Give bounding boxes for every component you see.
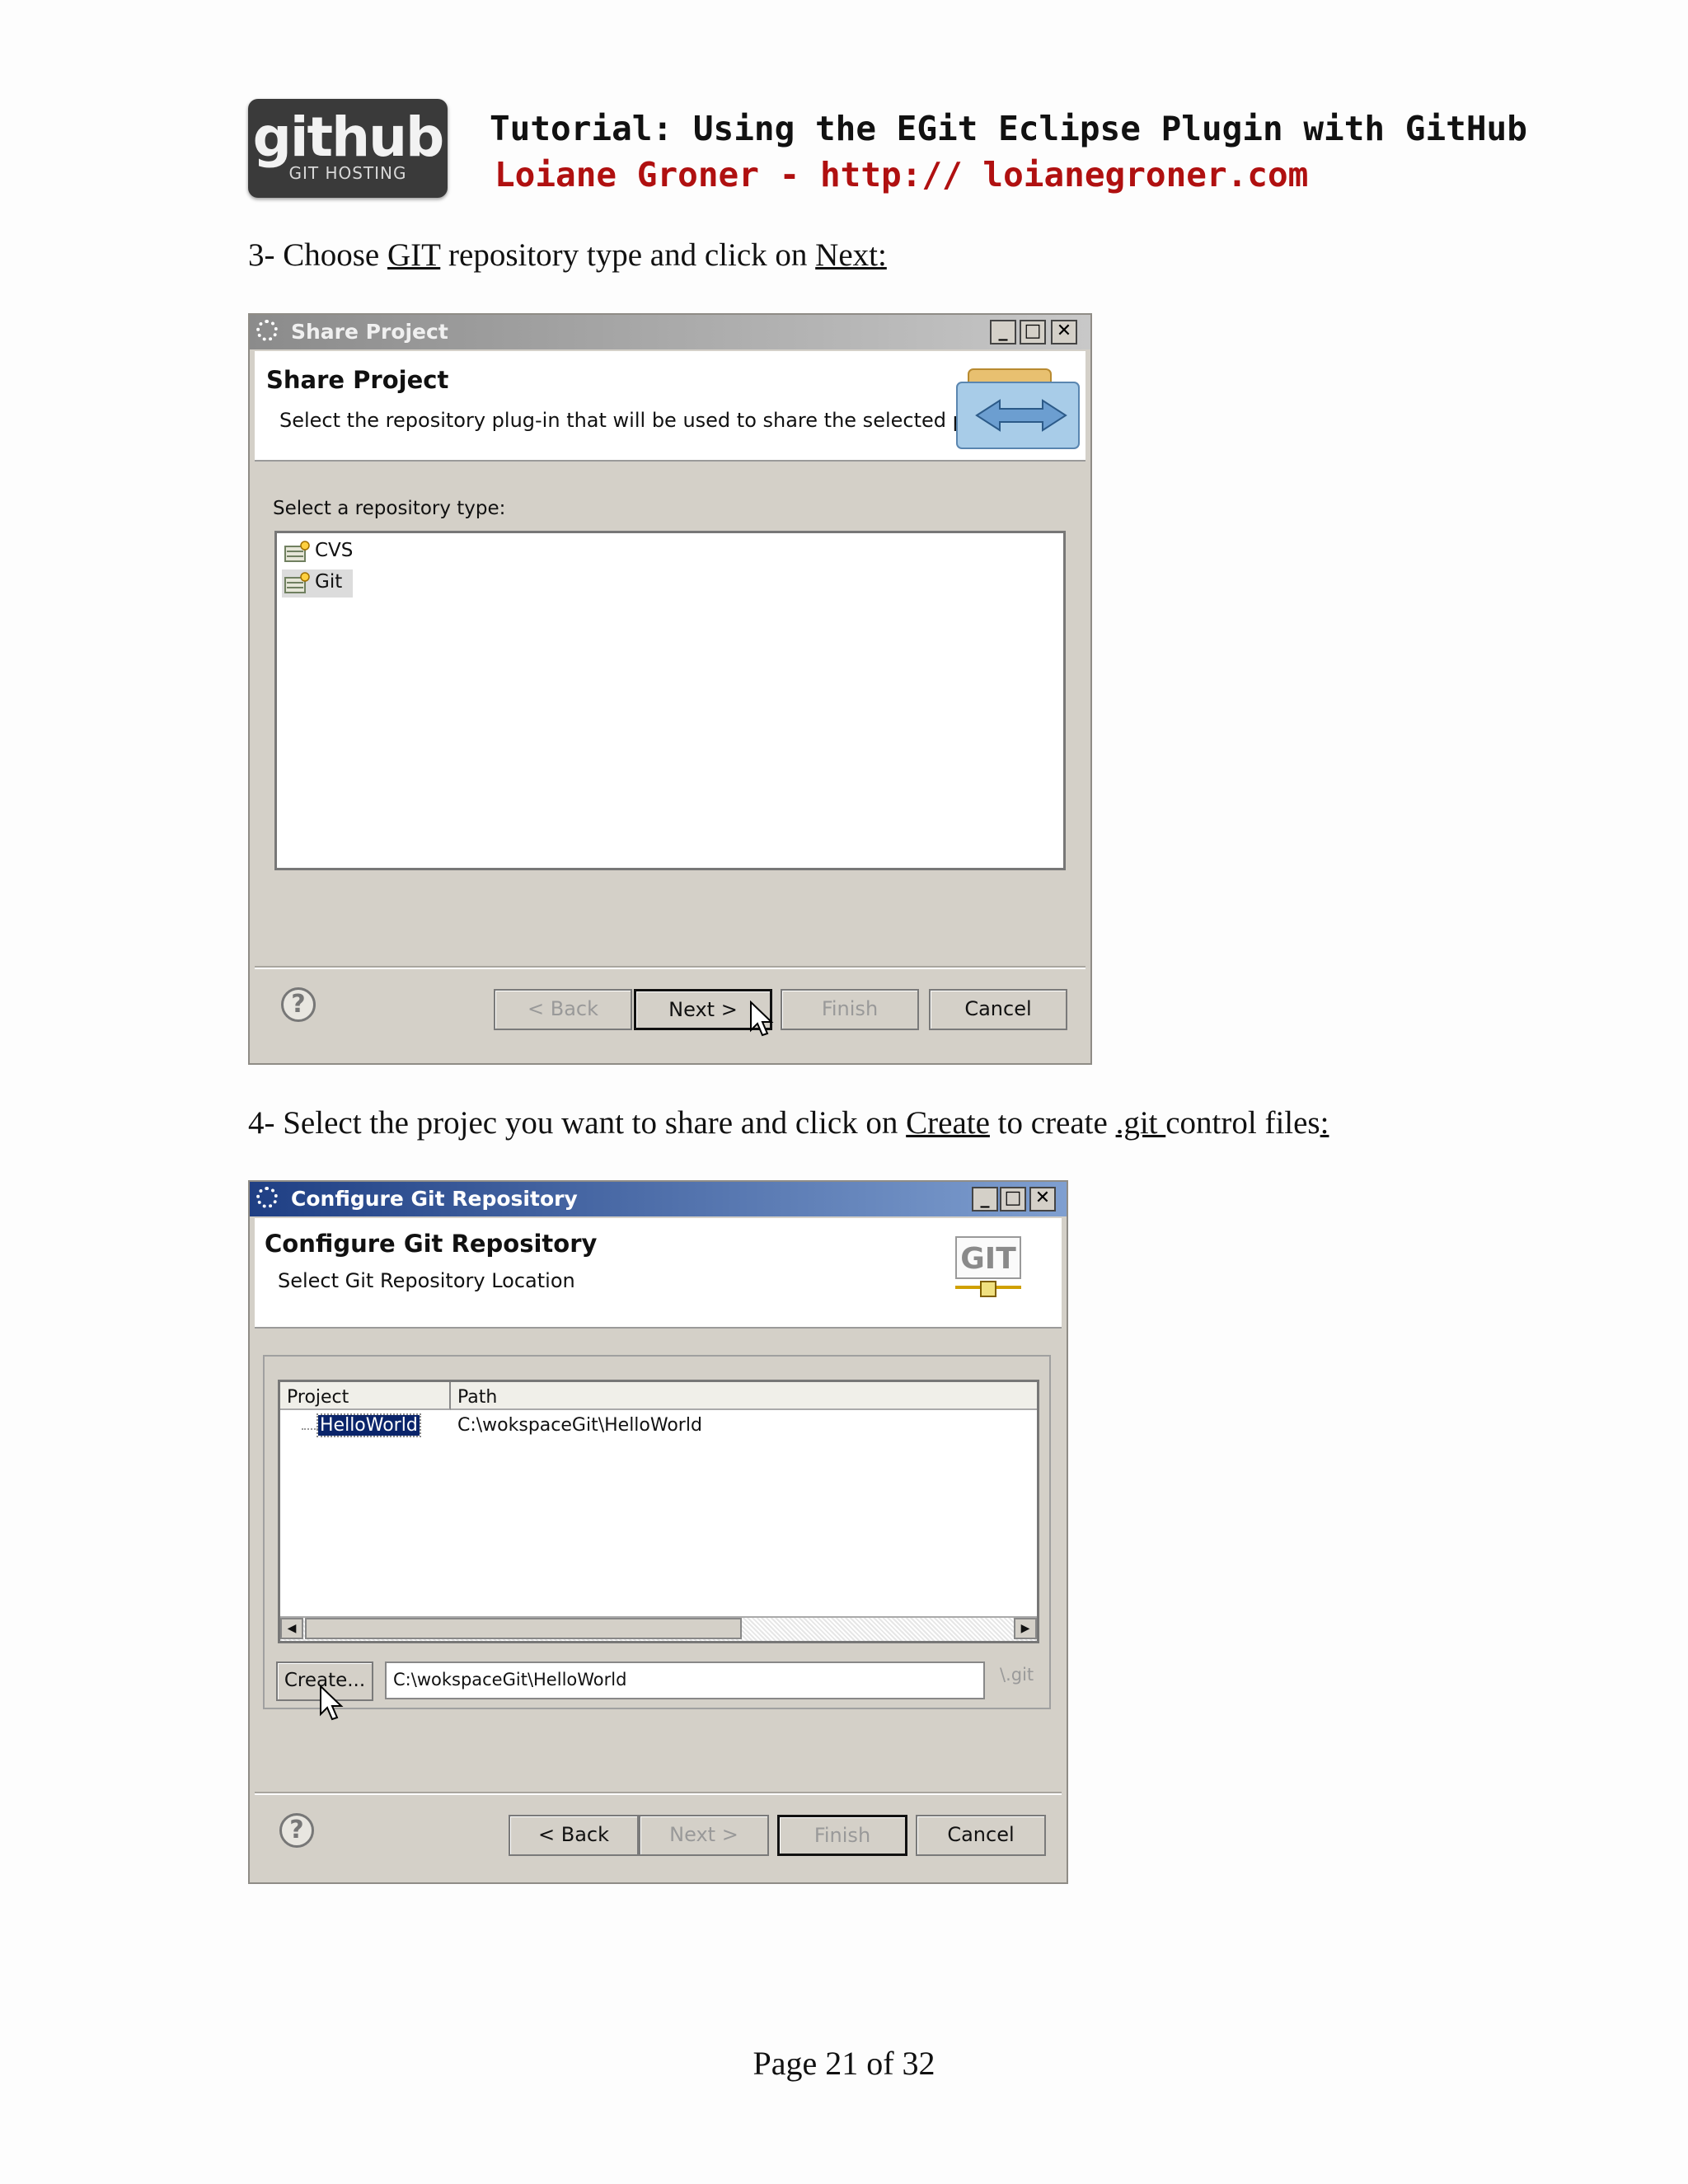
- repository-location-field[interactable]: C:\wokspaceGit\HelloWorld: [385, 1661, 985, 1699]
- minimize-button[interactable]: _: [972, 1187, 998, 1212]
- maximize-button[interactable]: □: [1000, 1187, 1026, 1212]
- repository-type-label: Select a repository type:: [273, 498, 506, 519]
- column-header-project[interactable]: Project: [280, 1382, 451, 1410]
- list-item-label: Git: [315, 571, 343, 593]
- share-window-title: Share Project: [291, 320, 448, 344]
- repository-group: Project Path HelloWorld C:\wokspaceGit\H…: [263, 1355, 1051, 1709]
- back-button[interactable]: < Back: [509, 1815, 639, 1856]
- maximize-button[interactable]: □: [1020, 320, 1046, 344]
- step-4-text: 4- Select the projec you want to share a…: [248, 1104, 1329, 1141]
- help-icon[interactable]: ?: [279, 1813, 314, 1848]
- finish-button[interactable]: Finish: [781, 989, 919, 1030]
- button-bar-divider: [255, 1792, 1062, 1795]
- step-4-colon: :: [1320, 1105, 1329, 1141]
- back-button[interactable]: < Back: [494, 989, 632, 1030]
- minimize-button[interactable]: _: [990, 320, 1016, 344]
- eclipse-icon: [256, 320, 278, 341]
- scrollbar-thumb[interactable]: [305, 1618, 742, 1639]
- logo-sub-text: GIT HOSTING: [288, 163, 407, 183]
- document-title: Tutorial: Using the EGit Eclipse Plugin …: [490, 109, 1527, 148]
- step-4-pre: 4- Select the projec you want to share a…: [248, 1105, 907, 1141]
- step-3-next: Next:: [815, 237, 887, 273]
- repository-type-list[interactable]: CVS Git: [274, 531, 1066, 870]
- step-4-git: .git: [1115, 1105, 1166, 1141]
- table-cell-path: C:\wokspaceGit\HelloWorld: [457, 1415, 702, 1436]
- list-item-label: CVS: [315, 540, 354, 561]
- step-4-post: control files: [1165, 1105, 1320, 1141]
- step-3-pre: 3- Choose: [248, 237, 387, 273]
- list-item[interactable]: CVS: [282, 538, 381, 566]
- git-logo-icon: GIT: [955, 1236, 1025, 1301]
- share-title-bar: Share Project _ □ ✕: [250, 315, 1090, 349]
- cvs-icon: [284, 541, 310, 562]
- share-heading: Share Project: [266, 366, 449, 394]
- step-3-text: 3- Choose GIT repository type and click …: [248, 237, 887, 274]
- next-button[interactable]: Next >: [639, 1815, 769, 1856]
- step-4-mid: to create: [989, 1105, 1116, 1141]
- step-3-mid: repository type and click on: [440, 237, 816, 273]
- scroll-right-icon[interactable]: ▶: [1014, 1618, 1037, 1639]
- table-row[interactable]: HelloWorld C:\wokspaceGit\HelloWorld: [280, 1413, 1037, 1443]
- help-icon[interactable]: ?: [281, 987, 316, 1022]
- git-icon: [284, 572, 310, 593]
- share-description: Select the repository plug-in that will …: [279, 409, 1028, 432]
- step-4-create: Create: [906, 1105, 990, 1141]
- document-author: Loiane Groner - http:// loianegroner.com: [495, 155, 1309, 194]
- close-button[interactable]: ✕: [1051, 320, 1077, 344]
- list-item[interactable]: Git: [282, 569, 353, 598]
- horizontal-scrollbar[interactable]: ◀ ▶: [280, 1616, 1037, 1641]
- mouse-cursor-icon: [320, 1685, 344, 1721]
- step-3-git: GIT: [387, 237, 441, 273]
- config-title-bar: Configure Git Repository _ □ ✕: [250, 1182, 1067, 1216]
- config-heading: Configure Git Repository: [265, 1230, 598, 1258]
- finish-button[interactable]: Finish: [777, 1815, 907, 1856]
- config-window-title: Configure Git Repository: [291, 1187, 578, 1211]
- page-number: Page 21 of 32: [753, 2045, 935, 2082]
- cancel-button[interactable]: Cancel: [916, 1815, 1046, 1856]
- mouse-cursor-icon: [750, 1001, 774, 1037]
- logo-main-text: github: [252, 105, 445, 169]
- eclipse-icon: [256, 1187, 278, 1208]
- close-button[interactable]: ✕: [1029, 1187, 1056, 1212]
- share-banner: Share Project Select the repository plug…: [255, 351, 1085, 462]
- button-bar-divider: [255, 966, 1085, 969]
- config-banner: Configure Git Repository Select Git Repo…: [255, 1218, 1062, 1329]
- github-logo: github GIT HOSTING: [248, 99, 448, 198]
- column-header-path[interactable]: Path: [451, 1382, 1037, 1410]
- share-project-dialog: Share Project _ □ ✕ Share Project Select…: [248, 313, 1092, 1065]
- configure-git-dialog: Configure Git Repository _ □ ✕ Configure…: [248, 1180, 1068, 1884]
- tree-connector: [302, 1428, 318, 1430]
- table-cell-project: HelloWorld: [316, 1413, 421, 1437]
- config-description: Select Git Repository Location: [278, 1269, 575, 1292]
- git-logo-text: GIT: [955, 1236, 1021, 1279]
- folder-share-icon: [956, 368, 1080, 449]
- project-table[interactable]: Project Path HelloWorld C:\wokspaceGit\H…: [278, 1380, 1039, 1643]
- cancel-button[interactable]: Cancel: [929, 989, 1067, 1030]
- git-suffix-label: \.git: [1000, 1665, 1034, 1685]
- scroll-left-icon[interactable]: ◀: [280, 1618, 303, 1639]
